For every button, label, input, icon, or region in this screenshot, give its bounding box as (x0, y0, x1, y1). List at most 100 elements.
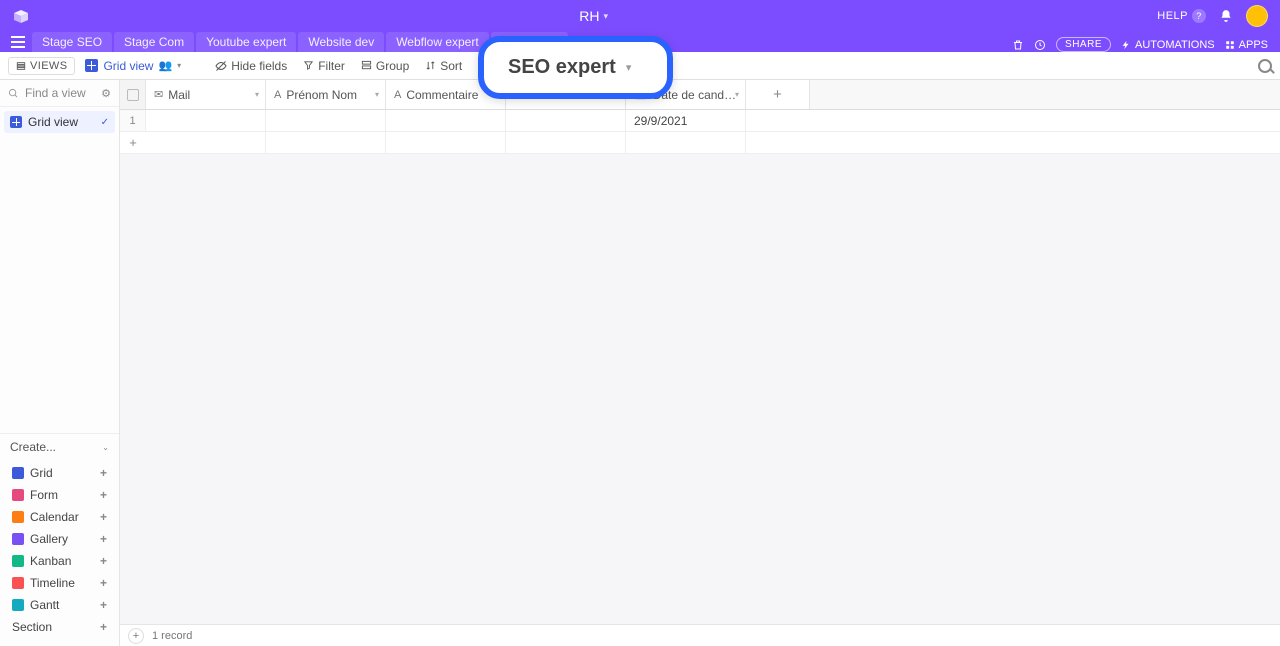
sort-label: Sort (440, 59, 462, 73)
view-type-label: Grid (30, 466, 53, 480)
add-record-button[interactable]: + (128, 628, 144, 644)
group-button[interactable]: Group (355, 56, 415, 76)
gear-icon[interactable]: ⚙ (101, 87, 111, 100)
seo-expert-highlight[interactable]: SEO expert ▾ (478, 36, 673, 99)
cell-date-candidature[interactable]: 29/9/2021 (626, 110, 746, 131)
table-tab-label: Stage SEO (42, 35, 102, 49)
highlight-label: SEO expert (508, 56, 616, 79)
search-icon (8, 88, 19, 99)
view-type-icon (12, 467, 24, 479)
add-column-button[interactable]: + (746, 80, 810, 109)
view-type-label: Gallery (30, 532, 68, 546)
airtable-logo-icon[interactable] (12, 7, 30, 25)
view-type-icon (12, 577, 24, 589)
add-row-button[interactable]: + (120, 132, 146, 153)
grid-area: ✉ Mail ▾ A Prénom Nom ▾ A Commentaire ▾ … (120, 80, 1280, 646)
chevron-down-icon[interactable]: ▾ (375, 90, 379, 99)
app-header: RH ▾ HELP ? (0, 0, 1280, 32)
hamburger-icon[interactable] (8, 32, 28, 52)
create-label: Create... (10, 440, 56, 454)
view-type-label: Form (30, 488, 58, 502)
view-item-label: Grid view (28, 115, 78, 129)
mail-icon: ✉ (154, 88, 163, 101)
filter-button[interactable]: Filter (297, 56, 351, 76)
view-type-icon (12, 599, 24, 611)
trash-icon[interactable] (1012, 39, 1024, 51)
base-name-label: RH (579, 8, 599, 24)
plus-icon: + (100, 598, 107, 612)
view-type-icon (12, 489, 24, 501)
cell-prenom-nom[interactable] (266, 110, 386, 131)
chevron-down-icon: ▾ (626, 61, 632, 74)
history-icon[interactable] (1034, 39, 1046, 51)
create-view-timeline[interactable]: Timeline+ (6, 572, 113, 594)
group-label: Group (376, 59, 409, 73)
create-view-form[interactable]: Form+ (6, 484, 113, 506)
table-row[interactable]: 1 29/9/2021 (120, 110, 1280, 132)
table-tab-label: Stage Com (124, 35, 184, 49)
automations-button[interactable]: AUTOMATIONS (1121, 39, 1215, 51)
column-label: Prénom Nom (286, 88, 357, 102)
view-sidebar: Find a view ⚙ Grid view ✓ Create... ⌄ Gr… (0, 80, 120, 646)
sort-button[interactable]: Sort (419, 56, 468, 76)
chevron-down-icon[interactable]: ▾ (255, 90, 259, 99)
table-tab-stage-com[interactable]: Stage Com (114, 32, 194, 52)
search-icon[interactable] (1258, 59, 1272, 73)
table-tab-stage-seo[interactable]: Stage SEO (32, 32, 112, 52)
apps-label: APPS (1239, 39, 1268, 51)
base-title[interactable]: RH ▾ (579, 8, 608, 24)
table-tab-webflow-expert[interactable]: Webflow expert (386, 32, 488, 52)
current-view-label: Grid view (103, 59, 153, 73)
find-view-input[interactable]: Find a view ⚙ (0, 80, 119, 106)
check-icon: ✓ (101, 117, 109, 128)
cell-commentaire[interactable] (386, 110, 506, 131)
people-icon: 👥 (158, 59, 172, 72)
view-type-label: Calendar (30, 510, 79, 524)
plus-icon: + (100, 576, 107, 590)
avatar[interactable] (1246, 5, 1268, 27)
hide-fields-button[interactable]: Hide fields (209, 56, 293, 76)
view-type-icon (12, 511, 24, 523)
chevron-down-icon[interactable]: ▾ (735, 90, 739, 99)
apps-button[interactable]: APPS (1225, 39, 1268, 51)
cell-mail[interactable] (146, 110, 266, 131)
create-view-calendar[interactable]: Calendar + (6, 506, 113, 528)
chevron-down-icon: ▾ (177, 61, 181, 70)
hide-fields-label: Hide fields (231, 59, 287, 73)
help-button[interactable]: HELP ? (1157, 9, 1206, 23)
text-icon: A (274, 89, 281, 101)
view-type-label: Kanban (30, 554, 71, 568)
current-view-chip[interactable]: Grid view 👥 ▾ (79, 56, 187, 76)
main-area: Find a view ⚙ Grid view ✓ Create... ⌄ Gr… (0, 80, 1280, 646)
create-view-gantt[interactable]: Gantt + (6, 594, 113, 616)
create-section[interactable]: Section+ (6, 616, 113, 638)
create-view-gallery[interactable]: Gallery + (6, 528, 113, 550)
column-header-row: ✉ Mail ▾ A Prénom Nom ▾ A Commentaire ▾ … (120, 80, 1280, 110)
column-header-prenom-nom[interactable]: A Prénom Nom ▾ (266, 80, 386, 109)
view-type-label: Gantt (30, 598, 59, 612)
share-button[interactable]: SHARE (1056, 37, 1111, 52)
plus-icon: + (100, 532, 107, 546)
create-view-kanban[interactable]: Kanban+ (6, 550, 113, 572)
create-view-grid[interactable]: Grid + (6, 462, 113, 484)
share-label: SHARE (1065, 39, 1102, 50)
section-label: Section (12, 620, 52, 634)
view-type-icon (12, 533, 24, 545)
plus-icon: + (100, 510, 107, 524)
grid-icon (10, 116, 22, 128)
row-number[interactable]: 1 (120, 110, 146, 131)
column-header-mail[interactable]: ✉ Mail ▾ (146, 80, 266, 109)
cell-hidden[interactable] (506, 110, 626, 131)
views-label: VIEWS (30, 60, 67, 72)
plus-icon: + (100, 466, 107, 480)
create-view-toggle[interactable]: Create... ⌄ (0, 433, 119, 460)
record-count-label: 1 record (152, 630, 192, 642)
sidebar-view-grid[interactable]: Grid view ✓ (4, 111, 115, 133)
help-icon: ? (1192, 9, 1206, 23)
table-tab-youtube-expert[interactable]: Youtube expert (196, 32, 296, 52)
select-all-checkbox[interactable] (120, 80, 146, 109)
notifications-icon[interactable] (1218, 8, 1234, 24)
views-toggle-button[interactable]: VIEWS (8, 57, 75, 75)
table-tab-website-dev[interactable]: Website dev (298, 32, 384, 52)
chevron-down-icon: ⌄ (102, 443, 109, 452)
